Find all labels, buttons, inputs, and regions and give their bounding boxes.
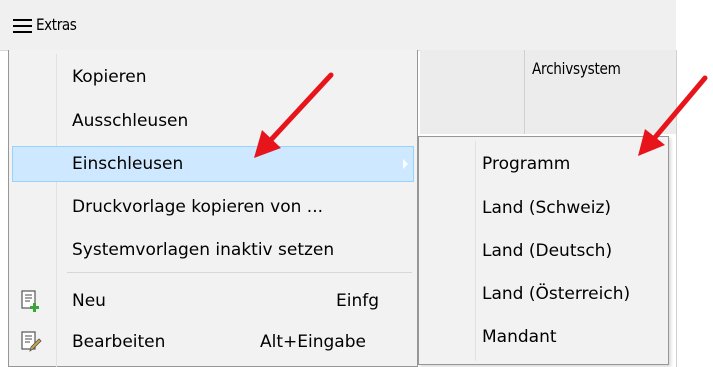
grid-row[interactable] <box>420 120 676 134</box>
shortcut-label: Einfg <box>336 291 380 311</box>
shortcut-label: Alt+Eingabe <box>260 332 366 352</box>
submenu-item-land-deutsch[interactable]: Land (Deutsch) <box>482 241 612 261</box>
hamburger-icon[interactable] <box>13 19 32 33</box>
menu-item-neu[interactable]: Neu Einfg <box>12 283 414 319</box>
column-header-archivsystem[interactable]: Archivsystem <box>532 59 621 78</box>
menu-item-label: Bearbeiten <box>72 332 166 352</box>
menu-item-systemvorlagen-inaktiv[interactable]: Systemvorlagen inaktiv setzen <box>12 232 414 268</box>
menu-item-druckvorlage-kopieren[interactable]: Druckvorlage kopieren von ... <box>12 189 414 225</box>
menu-item-label: Ausschleusen <box>72 111 189 131</box>
submenu-item-mandant[interactable]: Mandant <box>482 327 557 347</box>
menu-item-label: Neu <box>72 291 106 311</box>
edit-record-icon <box>21 331 42 352</box>
submenu-arrow-icon <box>403 159 408 169</box>
new-record-icon <box>21 290 39 312</box>
menu-separator <box>67 272 412 273</box>
menu-item-kopieren[interactable]: Kopieren <box>12 59 414 95</box>
extras-dropdown-menu: Kopieren Ausschleusen Einschleusen Druck… <box>8 50 418 367</box>
grid-row[interactable] <box>420 90 676 121</box>
menu-item-label: Systemvorlagen inaktiv setzen <box>72 240 335 260</box>
menu-item-label: Druckvorlage kopieren von ... <box>72 197 324 217</box>
menu-item-label: Kopieren <box>72 67 147 87</box>
submenu-item-land-oesterreich[interactable]: Land (Österreich) <box>482 284 630 304</box>
menu-item-bearbeiten[interactable]: Bearbeiten Alt+Eingabe <box>12 324 414 360</box>
toolbar: Extras <box>0 0 676 51</box>
extras-menu-title[interactable]: Extras <box>36 15 77 34</box>
submenu-item-land-schweiz[interactable]: Land (Schweiz) <box>482 198 611 218</box>
einschleusen-submenu: Programm Land (Schweiz) Land (Deutsch) L… <box>418 136 669 365</box>
submenu-item-programm[interactable]: Programm <box>482 154 570 174</box>
grid-header: Archivsystem <box>420 50 676 91</box>
menu-item-label: Einschleusen <box>72 154 184 174</box>
menu-item-einschleusen[interactable]: Einschleusen <box>12 146 414 182</box>
menu-item-ausschleusen[interactable]: Ausschleusen <box>12 103 414 139</box>
